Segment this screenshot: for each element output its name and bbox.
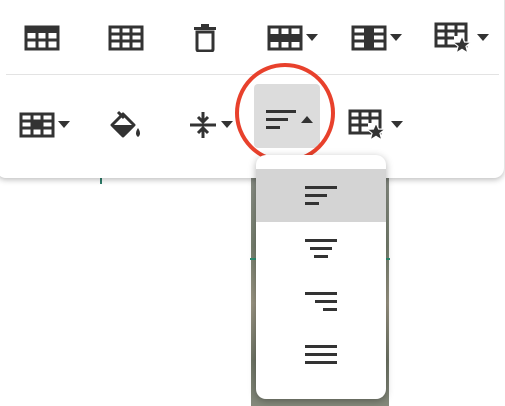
trash-icon <box>194 24 216 52</box>
delete-table-button[interactable] <box>191 8 219 68</box>
table-column-icon <box>351 25 386 51</box>
menu-item-align-left[interactable] <box>256 169 386 222</box>
menu-item-align-center[interactable] <box>256 222 386 275</box>
vertical-align-dropdown[interactable] <box>182 95 238 155</box>
align-center-icon <box>305 238 337 258</box>
align-left-icon <box>305 185 337 205</box>
table-grid-icon <box>108 25 144 51</box>
table-columns-dropdown[interactable] <box>346 8 406 68</box>
table-style-dropdown[interactable] <box>430 8 492 68</box>
caret-down-icon <box>389 34 402 41</box>
table-rows-dropdown[interactable] <box>262 8 322 68</box>
table-toolbar <box>0 0 504 178</box>
table-star-icon <box>348 109 387 141</box>
table-star-icon <box>434 22 473 54</box>
table-cell-dropdown[interactable] <box>14 95 74 155</box>
highlight-ring <box>235 63 335 163</box>
table-button[interactable] <box>22 8 62 68</box>
fill-color-icon <box>110 110 140 138</box>
vertical-align-icon <box>189 112 216 138</box>
align-justify-icon <box>305 344 337 364</box>
caret-down-icon <box>390 121 403 128</box>
align-right-icon <box>305 291 337 311</box>
caret-down-icon <box>57 121 70 128</box>
caret-down-icon <box>305 34 318 41</box>
table-style-dropdown-2[interactable] <box>344 95 406 155</box>
fill-color-button[interactable] <box>106 95 146 155</box>
table-row-icon <box>267 25 302 51</box>
menu-item-align-justify[interactable] <box>256 328 386 381</box>
table-grid-button[interactable] <box>106 8 146 68</box>
text-align-menu <box>256 155 386 399</box>
menu-padding <box>256 155 386 169</box>
table-cell-icon <box>19 112 54 138</box>
caret-down-icon <box>476 34 489 41</box>
menu-item-align-right[interactable] <box>256 275 386 328</box>
caret-down-icon <box>220 121 233 128</box>
table-icon <box>24 25 60 51</box>
